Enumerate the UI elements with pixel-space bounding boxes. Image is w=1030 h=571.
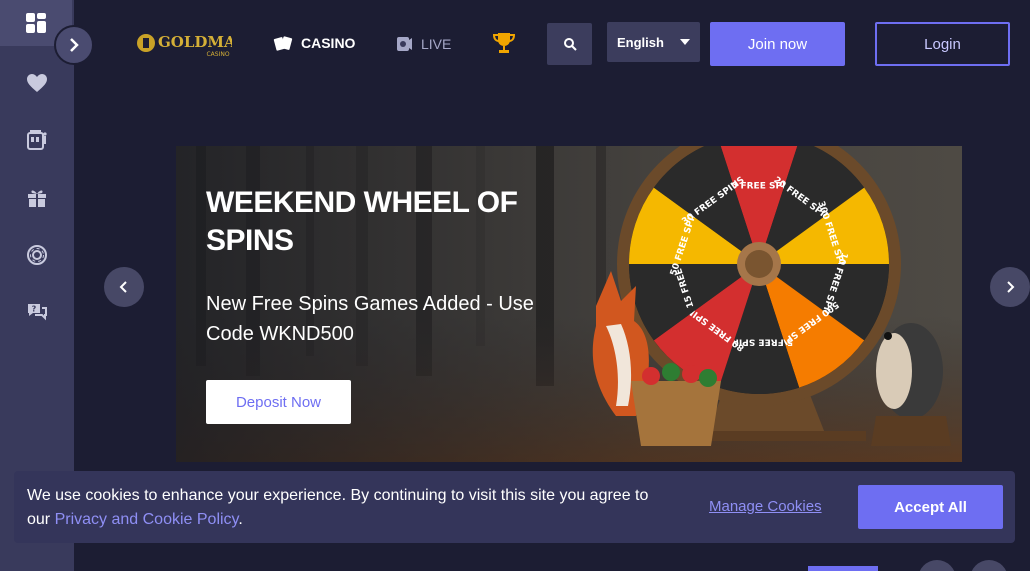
sidebar-item-help[interactable]: ? xyxy=(0,289,74,335)
sidebar-item-favorites[interactable] xyxy=(0,60,74,106)
banner-subtitle: New Free Spins Games Added - Use Code WK… xyxy=(206,293,534,345)
sidebar-item-promotions[interactable] xyxy=(0,175,74,221)
goldman-casino-logo[interactable]: GOLDMAN CASINO xyxy=(136,29,250,59)
wheel-of-spins-illustration: 100 FREE SPINS20 FREE SPINS300 FREE SPIN… xyxy=(592,146,951,446)
svg-text:GOLDMAN: GOLDMAN xyxy=(158,33,232,51)
search-icon xyxy=(563,38,577,51)
deposit-now-button[interactable]: Deposit Now xyxy=(206,380,351,424)
hero-banner: WEEKEND WHEEL OF SPINS New Free Spins Ga… xyxy=(176,146,962,462)
chevron-left-icon xyxy=(119,281,127,293)
accept-all-button[interactable]: Accept All xyxy=(858,485,1003,529)
banner-title: WEEKEND WHEEL OF SPINS xyxy=(206,186,518,257)
carousel-prev-button[interactable] xyxy=(104,267,144,307)
cookie-text-after: . xyxy=(238,511,243,528)
sidebar-expand-button[interactable] xyxy=(54,25,94,65)
search-button[interactable] xyxy=(547,23,592,65)
language-select[interactable]: English xyxy=(607,22,700,62)
section-next-button[interactable] xyxy=(970,560,1008,571)
lifebuoy-icon xyxy=(27,245,47,265)
carousel-next-button[interactable] xyxy=(990,267,1030,307)
chevron-right-icon xyxy=(70,38,79,52)
nav-casino[interactable]: CASINO xyxy=(273,35,355,51)
dashboard-icon xyxy=(26,13,46,33)
gift-icon xyxy=(28,190,46,207)
nav-live-label: LIVE xyxy=(421,36,452,52)
join-now-button[interactable]: Join now xyxy=(710,22,845,66)
section-view-all-button[interactable] xyxy=(808,566,878,571)
svg-text:CASINO: CASINO xyxy=(206,51,229,58)
below-fold-section xyxy=(0,543,1030,571)
heart-icon xyxy=(27,74,47,92)
caret-down-icon xyxy=(680,39,690,45)
privacy-policy-link[interactable]: Privacy and Cookie Policy xyxy=(55,511,239,528)
nav-casino-label: CASINO xyxy=(301,35,356,51)
chevron-right-icon xyxy=(1007,281,1015,293)
trophy-icon xyxy=(492,33,516,53)
svg-text:?: ? xyxy=(32,305,37,314)
manage-cookies-link[interactable]: Manage Cookies xyxy=(709,498,822,515)
sidebar-item-support[interactable] xyxy=(0,232,74,278)
language-value: English xyxy=(617,34,664,50)
chat-help-icon: ? xyxy=(28,304,47,321)
cards-icon xyxy=(273,36,293,51)
login-button[interactable]: Login xyxy=(875,22,1010,66)
nav-live[interactable]: LIVE xyxy=(395,35,451,53)
live-dealer-icon xyxy=(397,37,412,51)
slot-machine-icon xyxy=(27,130,47,150)
section-prev-button[interactable] xyxy=(918,560,956,571)
sidebar-item-slots[interactable] xyxy=(0,117,74,163)
cookie-banner: We use cookies to enhance your experienc… xyxy=(14,471,1015,543)
cookie-message: We use cookies to enhance your experienc… xyxy=(27,484,667,532)
tournaments-button[interactable] xyxy=(492,31,516,60)
